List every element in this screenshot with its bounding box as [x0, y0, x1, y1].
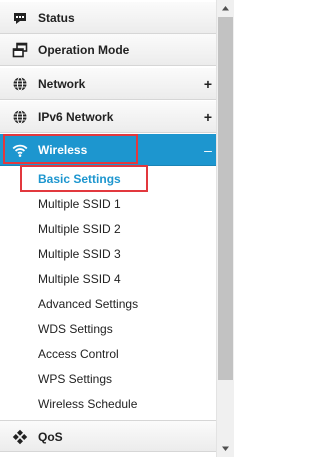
scrollbar-thumb[interactable]	[218, 17, 233, 380]
submenu-item-advanced-settings[interactable]: Advanced Settings	[38, 295, 138, 313]
menu-item-label: Operation Mode	[38, 43, 130, 57]
globe-icon	[12, 76, 28, 92]
wifi-icon	[12, 142, 28, 158]
scroll-down-arrow-icon[interactable]	[217, 440, 234, 457]
menu-item-operation-mode[interactable]: Operation Mode	[0, 34, 216, 66]
submenu-item-basic-settings[interactable]: Basic Settings	[38, 170, 121, 188]
submenu-item-multiple-ssid-1[interactable]: Multiple SSID 1	[38, 195, 121, 213]
menu-item-label: IPv6 Network	[38, 110, 114, 124]
expand-icon[interactable]: +	[201, 101, 215, 133]
menu-item-label: Status	[38, 11, 75, 25]
operation-mode-icon	[12, 42, 28, 58]
menu-item-ipv6-network[interactable]: IPv6 Network +	[0, 101, 216, 133]
menu-item-label: Network	[38, 77, 86, 91]
vertical-scrollbar[interactable]	[216, 0, 234, 457]
globe-icon	[12, 109, 28, 125]
submenu-item-access-control[interactable]: Access Control	[38, 345, 119, 363]
menu-item-status[interactable]: Status	[0, 2, 216, 34]
menu-item-qos[interactable]: QoS	[0, 420, 216, 452]
scroll-up-arrow-icon[interactable]	[217, 0, 234, 17]
menu-item-label: Wireless	[38, 143, 88, 157]
submenu-item-wps-settings[interactable]: WPS Settings	[38, 370, 112, 388]
collapse-icon[interactable]: –	[201, 134, 215, 166]
expand-icon[interactable]: +	[201, 68, 215, 100]
menu-item-network[interactable]: Network +	[0, 68, 216, 100]
menu-item-wireless[interactable]: Wireless –	[0, 134, 216, 166]
submenu-item-wireless-schedule[interactable]: Wireless Schedule	[38, 395, 137, 413]
sidebar-menu: Status Operation Mode Network + IPv6 Net…	[0, 0, 216, 457]
status-icon	[12, 10, 28, 26]
right-margin	[234, 0, 243, 457]
submenu-item-multiple-ssid-2[interactable]: Multiple SSID 2	[38, 220, 121, 238]
submenu-item-wds-settings[interactable]: WDS Settings	[38, 320, 113, 338]
qos-icon	[12, 429, 28, 445]
submenu-item-multiple-ssid-3[interactable]: Multiple SSID 3	[38, 245, 121, 263]
menu-item-label: QoS	[38, 430, 63, 444]
submenu-item-multiple-ssid-4[interactable]: Multiple SSID 4	[38, 270, 121, 288]
